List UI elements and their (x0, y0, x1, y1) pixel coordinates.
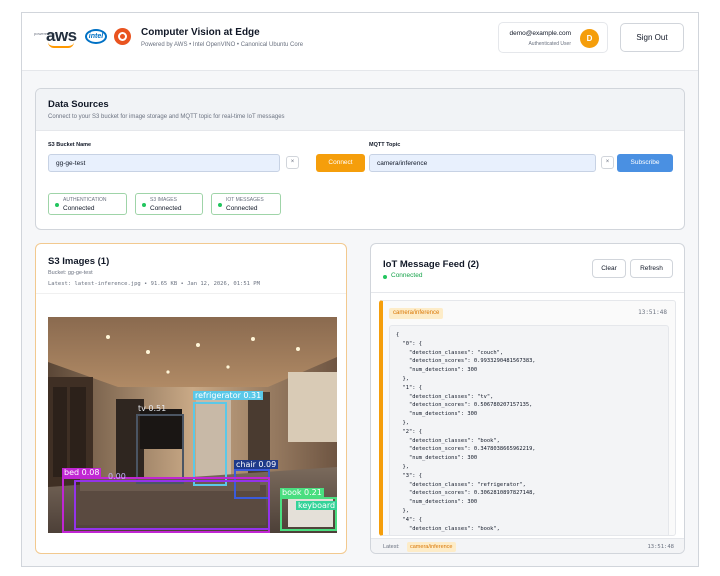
avatar[interactable]: D (580, 29, 599, 48)
topic-label: MQTT Topic (369, 142, 401, 148)
status-s3-images: S3 IMAGES Connected (135, 193, 203, 215)
status-dot-icon (142, 203, 146, 207)
bucket-clear-button[interactable]: × (286, 156, 299, 169)
status-dot-icon (383, 275, 387, 279)
message-payload[interactable]: { "0": { "detection_classes": "couch", "… (389, 325, 669, 535)
s3-bucket-name: Bucket: gg-ge-test (48, 270, 93, 276)
iot-feed-panel: IoT Message Feed (2) Connected Clear Ref… (370, 243, 685, 554)
data-sources-title: Data Sources (48, 99, 109, 110)
app-header: powered by aws intel Computer Vision at … (22, 13, 698, 71)
detection-box-refrigerator (193, 402, 227, 486)
bucket-label: S3 Bucket Name (48, 142, 92, 148)
status-dot-icon (55, 203, 59, 207)
user-status: Authenticated User (528, 41, 571, 47)
detection-label-chair: chair 0.09 (234, 460, 279, 469)
s3-images-header: S3 Images (1) Bucket: gg-ge-test Latest:… (36, 244, 346, 294)
status-iot-messages: IOT MESSAGES Connected (211, 193, 281, 215)
refresh-button[interactable]: Refresh (630, 259, 673, 278)
footer-topic-badge: camera/inference (407, 542, 456, 552)
subscribe-button[interactable]: Subscribe (617, 154, 673, 172)
iot-message[interactable]: camera/inference 13:51:48 { "0": { "dete… (379, 300, 676, 536)
inference-image[interactable]: refrigerator 0.31 tv 0.51 chair 0.09 bed… (48, 317, 337, 533)
detection-label-keyboard: keyboard (296, 501, 337, 510)
clear-button[interactable]: Clear (592, 259, 626, 278)
detection-label-book: book 0.21 (280, 488, 324, 497)
detection-box-tv (136, 414, 184, 484)
bucket-input[interactable]: gg-ge-test (48, 154, 280, 172)
status-dot-icon (218, 203, 222, 207)
status-name: S3 IMAGES (150, 197, 177, 203)
detection-box-couch (74, 480, 270, 530)
status-name: AUTHENTICATION (63, 197, 107, 203)
status-value: Connected (63, 205, 95, 212)
connect-button[interactable]: Connect (316, 154, 365, 172)
s3-latest-file: Latest: latest-inference.jpg • 91.65 KB … (48, 281, 260, 287)
footer-timestamp: 13:51:48 (647, 544, 675, 550)
app-title: Computer Vision at Edge (141, 27, 260, 38)
detection-label-couch: 0.00 (108, 472, 126, 481)
status-authentication: AUTHENTICATION Connected (48, 193, 127, 215)
aws-logo: powered by aws (34, 26, 82, 48)
app-subtitle: Powered by AWS • Intel OpenVINO • Canoni… (141, 42, 304, 48)
message-topic-badge: camera/inference (389, 308, 444, 319)
topic-input[interactable]: camera/inference (369, 154, 596, 172)
user-info: demo@example.com Authenticated User D (498, 22, 608, 53)
intel-logo: intel (85, 29, 107, 44)
user-email: demo@example.com (509, 30, 571, 37)
ubuntu-logo-icon (114, 28, 131, 45)
data-sources-header: Data Sources Connect to your S3 bucket f… (36, 89, 684, 131)
app-window: powered by aws intel Computer Vision at … (21, 12, 699, 567)
footer-latest-label: Latest: (383, 544, 400, 550)
status-name: IOT MESSAGES (226, 197, 264, 203)
iot-feed-footer: Latest: camera/inference 13:51:48 (371, 538, 684, 553)
s3-images-title: S3 Images (1) (48, 256, 110, 267)
message-json: { "0": { "detection_classes": "couch", "… (396, 332, 536, 532)
divider (371, 292, 684, 293)
aws-smile-icon (48, 42, 74, 48)
iot-feed-title: IoT Message Feed (2) (383, 259, 480, 270)
status-value: Connected (150, 205, 182, 212)
data-sources-panel: Data Sources Connect to your S3 bucket f… (35, 88, 685, 230)
sign-out-button[interactable]: Sign Out (620, 23, 684, 52)
detection-label-tv: tv 0.51 (138, 404, 167, 413)
status-value: Connected (226, 205, 258, 212)
message-timestamp: 13:51:48 (638, 309, 667, 316)
topic-clear-button[interactable]: × (601, 156, 614, 169)
s3-images-panel: S3 Images (1) Bucket: gg-ge-test Latest:… (35, 243, 347, 554)
data-sources-subtitle: Connect to your S3 bucket for image stor… (48, 114, 285, 120)
iot-connection-status: Connected (391, 272, 423, 279)
detection-label-bed: bed 0.08 (62, 468, 102, 477)
detection-label-refrigerator: refrigerator 0.31 (193, 391, 264, 400)
